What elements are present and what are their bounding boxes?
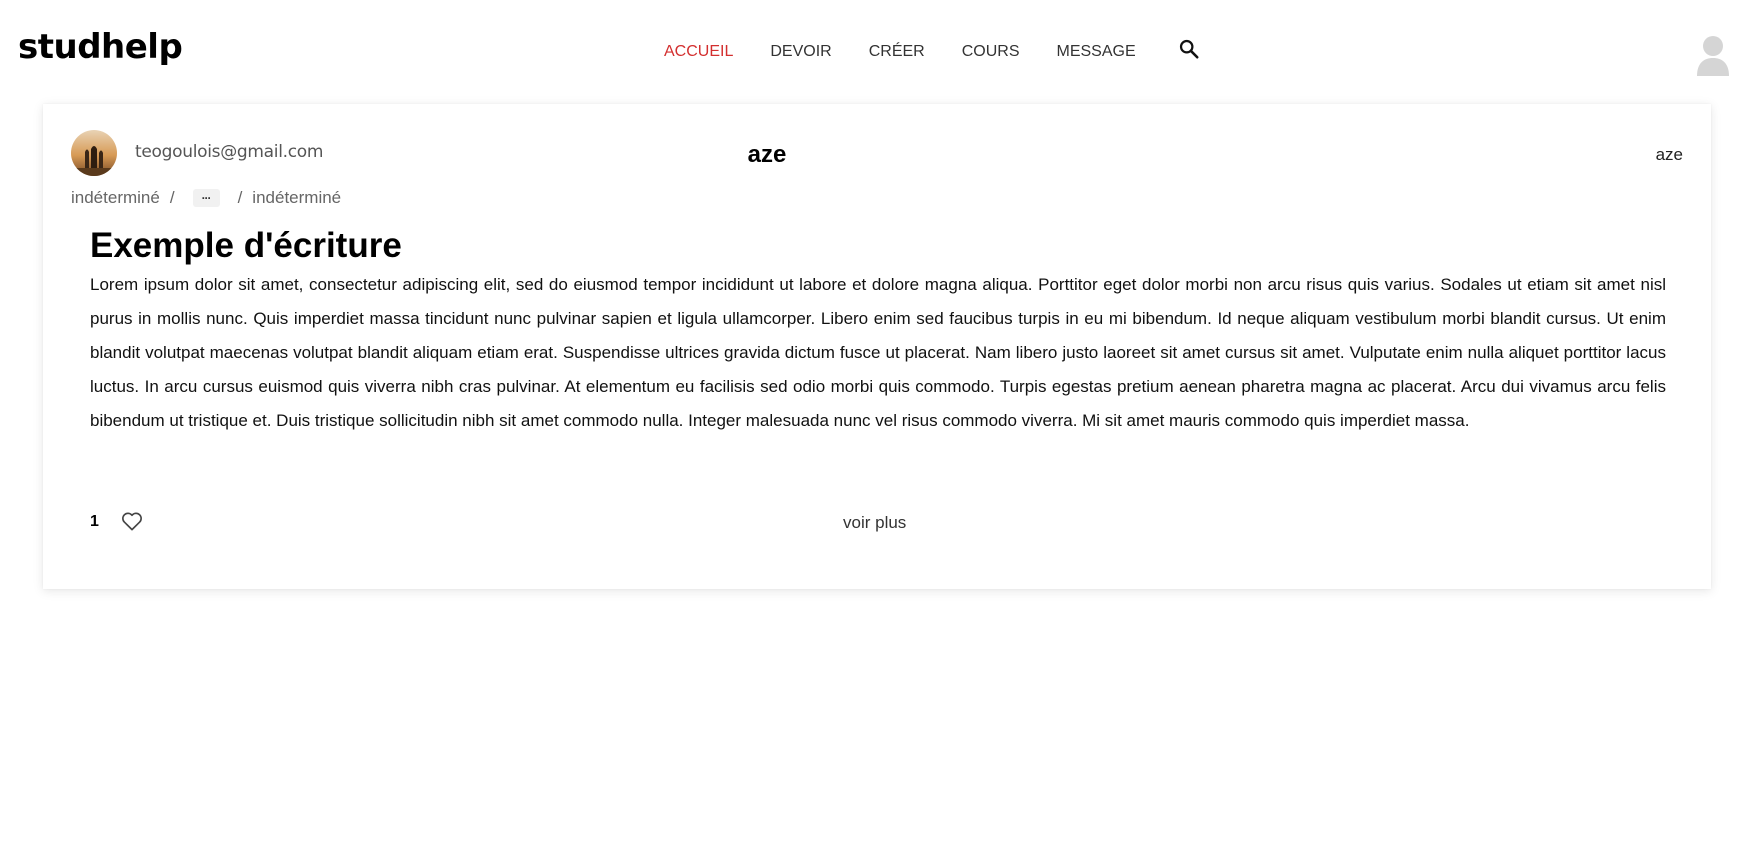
breadcrumb-item-first[interactable]: indéterminé bbox=[71, 188, 160, 208]
nav-item-creer[interactable]: CRÉER bbox=[869, 42, 925, 62]
nav-item-cours[interactable]: COURS bbox=[962, 42, 1020, 62]
post-title: aze bbox=[747, 141, 787, 168]
breadcrumb-separator: / bbox=[237, 188, 243, 207]
breadcrumb: indéterminé / ··· / indéterminé bbox=[71, 188, 341, 208]
breadcrumb-item-last[interactable]: indéterminé bbox=[252, 188, 341, 208]
content-body: Lorem ipsum dolor sit amet, consectetur … bbox=[90, 275, 1666, 430]
nav-item-message[interactable]: MESSAGE bbox=[1057, 42, 1136, 62]
breadcrumb-separator: / bbox=[169, 188, 175, 207]
main-nav: ACCUEIL DEVOIR CRÉER COURS MESSAGE bbox=[664, 42, 1173, 62]
top-header: studhelp ACCUEIL DEVOIR CRÉER COURS MESS… bbox=[0, 0, 1755, 100]
nav-item-accueil[interactable]: ACCUEIL bbox=[664, 42, 733, 62]
post-tag: aze bbox=[1655, 145, 1683, 164]
search-icon[interactable] bbox=[1178, 38, 1200, 60]
app-logo[interactable]: studhelp bbox=[18, 30, 183, 64]
likes-count: 1 bbox=[90, 513, 99, 530]
heart-icon[interactable] bbox=[121, 511, 143, 531]
user-avatar-icon[interactable] bbox=[1696, 34, 1730, 76]
breadcrumb-more-button[interactable]: ··· bbox=[192, 189, 220, 207]
post-card: teogoulois@gmail.com aze aze indéterminé… bbox=[43, 104, 1711, 589]
nav-item-devoir[interactable]: DEVOIR bbox=[770, 42, 831, 62]
voir-plus-link[interactable]: voir plus bbox=[843, 513, 906, 533]
content-heading: Exemple d'écriture bbox=[90, 226, 402, 265]
